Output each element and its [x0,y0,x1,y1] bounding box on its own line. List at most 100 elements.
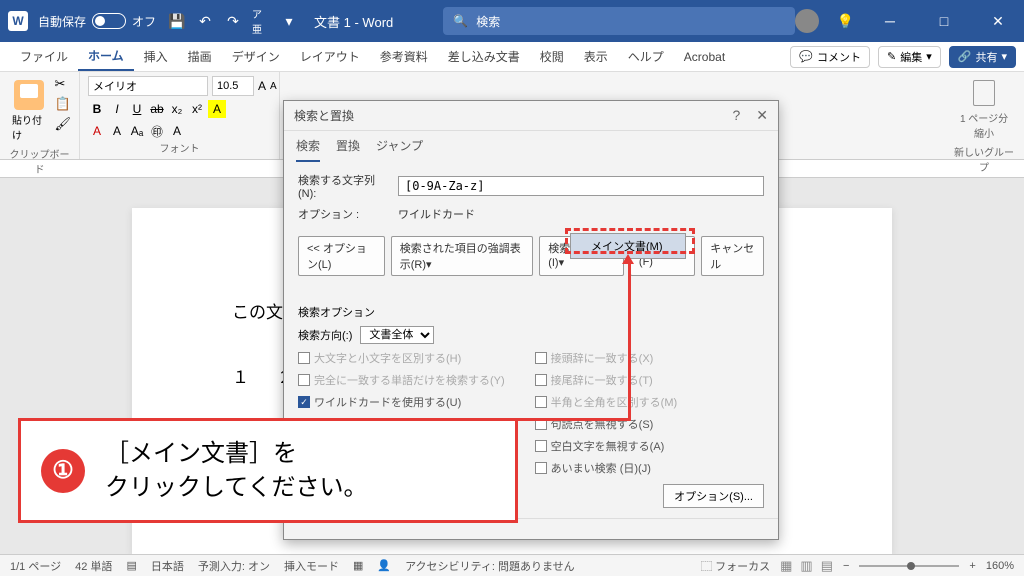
highlight-icon[interactable]: A [208,100,226,118]
tab-help[interactable]: ヘルプ [618,42,674,71]
tab-home[interactable]: ホーム [78,42,134,71]
tab-view[interactable]: 表示 [574,42,618,71]
char-border-icon[interactable]: A [168,122,186,140]
checkbox-icon [535,352,547,364]
zoom-out-icon[interactable]: − [843,560,849,572]
search-string-input[interactable] [398,176,764,196]
status-macro-icon[interactable]: ▦ [353,559,363,572]
italic-icon[interactable]: I [108,100,126,118]
dialog-close-icon[interactable]: ✕ [756,107,768,124]
strike-icon[interactable]: ab [148,100,166,118]
tab-draw[interactable]: 描画 [178,42,222,71]
clear-format-icon[interactable]: Aₐ [128,122,146,140]
dialog-tab-goto[interactable]: ジャンプ [376,137,423,162]
page-icon [973,80,995,106]
option-value: ワイルドカード [398,206,475,222]
text-icon[interactable]: ア亜 [252,12,270,30]
tab-references[interactable]: 参考資料 [370,42,438,71]
underline-icon[interactable]: U [128,100,146,118]
superscript-icon[interactable]: x² [188,100,206,118]
zoom-in-icon[interactable]: + [969,560,975,572]
zoom-slider[interactable] [859,565,959,567]
shrink-font-icon[interactable]: A [270,77,277,95]
bold-icon[interactable]: B [88,100,106,118]
redo-icon[interactable]: ↷ [224,12,242,30]
search-icon: 🔍 [453,14,468,28]
status-predict[interactable]: 予測入力: オン [198,558,270,574]
shrink-page-button[interactable]: 1 ページ分 縮小 [952,76,1016,144]
minimize-button[interactable]: ─ [872,13,908,29]
options-toggle-button[interactable]: << オプション(L) [298,236,385,276]
option-label: オプション : [298,206,388,222]
maximize-button[interactable]: □ [926,13,962,29]
highlight-button[interactable]: 検索された項目の強調表示(R)▾ [391,236,533,276]
status-lang[interactable]: 日本語 [151,558,184,574]
direction-label: 検索方向(:) [298,327,352,343]
text-effects-icon[interactable]: A [108,122,126,140]
tab-mailings[interactable]: 差し込み文書 [438,42,530,71]
help-icon[interactable]: 💡 [837,13,854,30]
autosave-toggle[interactable] [92,13,126,29]
checkbox-icon [535,396,547,408]
qat-dropdown-icon[interactable]: ▾ [280,12,298,30]
annotation-arrow-v [628,264,631,418]
status-zoom[interactable]: 160% [986,560,1014,572]
paste-button[interactable]: 貼り付け [8,76,50,146]
enclose-icon[interactable]: ㊞ [148,122,166,140]
dialog-tab-replace[interactable]: 置換 [336,137,360,162]
comment-button[interactable]: 💬 コメント [790,46,870,68]
status-insert[interactable]: 挿入モード [284,558,339,574]
checkbox-label: 半角と全角を区別する(M) [551,394,678,410]
copy-icon[interactable]: 📋 [54,96,71,112]
tab-layout[interactable]: レイアウト [290,42,370,71]
options-s-button[interactable]: オプション(S)... [663,484,764,508]
tab-insert[interactable]: 挿入 [134,42,178,71]
tab-review[interactable]: 校閲 [530,42,574,71]
user-avatar[interactable] [795,9,819,33]
check-item[interactable]: あいまい検索 (日)(J) [535,460,678,476]
format-painter-icon[interactable]: 🖌 [54,116,71,132]
font-color-icon[interactable]: A [88,122,106,140]
grow-font-icon[interactable]: A [258,77,266,95]
dialog-title-bar[interactable]: 検索と置換 ? ✕ [284,101,778,131]
autosave-label: 自動保存 [38,13,86,30]
direction-select[interactable]: 文書全体 [360,326,434,344]
checkbox-label: あいまい検索 (日)(J) [551,460,651,476]
close-button[interactable]: ✕ [980,13,1016,30]
dialog-title: 検索と置換 [294,107,354,124]
tab-file[interactable]: ファイル [10,42,78,71]
view-web-icon[interactable]: ▤ [821,558,833,574]
view-read-icon[interactable]: ▦ [780,558,792,574]
tab-acrobat[interactable]: Acrobat [674,42,735,71]
font-size-select[interactable] [212,76,254,96]
search-placeholder: 検索 [476,13,500,30]
check-item: 大文字と小文字を区別する(H) [298,350,505,366]
status-bar: 1/1 ページ 42 単語 ▤ 日本語 予測入力: オン 挿入モード ▦ 👤 ア… [0,554,1024,576]
view-print-icon[interactable]: ▥ [800,558,812,574]
cancel-button[interactable]: キャンセル [701,236,764,276]
checkbox-icon [298,352,310,364]
subscript-icon[interactable]: x₂ [168,100,186,118]
check-item[interactable]: ✓ワイルドカードを使用する(U) [298,394,505,410]
edit-button[interactable]: ✎ 編集 ▾ [878,46,941,68]
focus-icon[interactable]: ⬚ フォーカス [701,558,770,574]
dialog-help-icon[interactable]: ? [732,107,740,124]
font-name-select[interactable] [88,76,208,96]
autosave-toggle-area[interactable]: 自動保存 オフ [38,13,156,30]
status-spell-icon[interactable]: ▤ [126,559,136,572]
dialog-tab-find[interactable]: 検索 [296,137,320,162]
undo-icon[interactable]: ↶ [196,12,214,30]
share-button[interactable]: 🔗 共有 ▾ [949,46,1016,68]
tab-design[interactable]: デザイン [222,42,290,71]
status-accessibility[interactable]: アクセシビリティ: 問題ありません [405,558,575,574]
search-box[interactable]: 🔍 検索 [443,7,794,35]
check-item[interactable]: 空白文字を無視する(A) [535,438,678,454]
search-options-header: 検索オプション [298,304,764,320]
status-page[interactable]: 1/1 ページ [10,558,61,574]
cut-icon[interactable]: ✂ [54,76,71,92]
autosave-state: オフ [132,13,156,30]
search-string-label: 検索する文字列(N): [298,172,388,200]
status-words[interactable]: 42 単語 [75,558,112,574]
check-item: 接頭辞に一致する(X) [535,350,678,366]
save-icon[interactable]: 💾 [168,12,186,30]
